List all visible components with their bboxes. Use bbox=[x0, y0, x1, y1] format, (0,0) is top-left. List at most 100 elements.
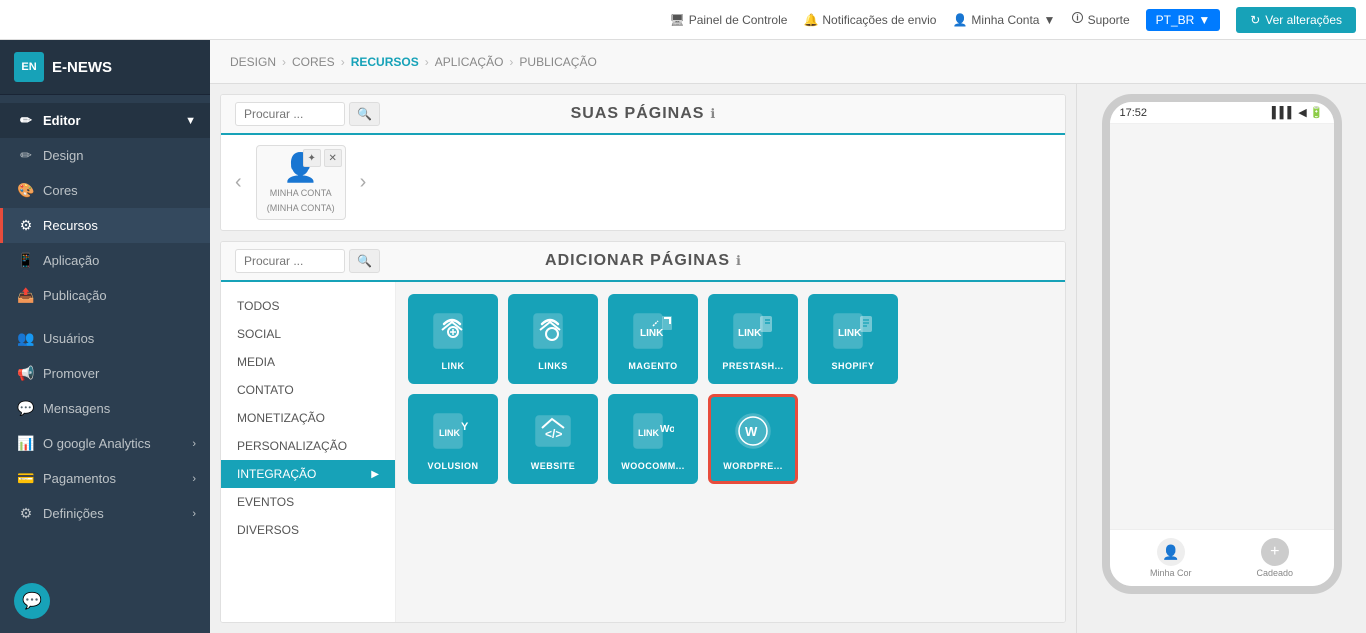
links-tile-label: LINKS bbox=[538, 361, 568, 371]
website-tile-icon: </> bbox=[529, 407, 577, 455]
minha-conta-link[interactable]: 👤 Minha Conta ▼ bbox=[952, 13, 1055, 27]
suas-paginas-search: 🔍 bbox=[235, 102, 380, 126]
page-tiles: LINK bbox=[396, 282, 1065, 622]
ver-alteracoes-button[interactable]: ↻ Ver alterações bbox=[1236, 7, 1356, 33]
adicionar-paginas-search-input[interactable] bbox=[235, 249, 345, 273]
painel-icon: 🖥 bbox=[669, 13, 684, 27]
sidebar-item-definicoes[interactable]: ⚙ Definições › bbox=[0, 496, 210, 531]
painel-de-controle-link[interactable]: 🖥 Painel de Controle bbox=[669, 13, 787, 27]
breadcrumb-publicacao[interactable]: PUBLICAÇÃO bbox=[519, 55, 596, 69]
prev-page-arrow[interactable]: ‹ bbox=[229, 165, 248, 200]
sidebar-item-mensagens[interactable]: 💬 Mensagens bbox=[0, 391, 210, 426]
chevron-right-icon: › bbox=[192, 473, 196, 485]
suas-paginas-content: ‹ ✦ ✕ 👤 MINHA CONTA (MINHA CONTA) › bbox=[221, 135, 1065, 230]
minha-conta-card[interactable]: ✦ ✕ 👤 MINHA CONTA (MINHA CONTA) bbox=[256, 145, 346, 220]
phone-minha-conta-icon: 👤 bbox=[1157, 538, 1185, 566]
phone-time: 17:52 bbox=[1120, 107, 1148, 119]
sidebar-item-analytics[interactable]: 📊 O google Analytics › bbox=[0, 426, 210, 461]
cat-media[interactable]: MEDIA bbox=[221, 348, 395, 376]
category-sidebar: TODOS SOCIAL MEDIA CONTATO MONETIZAÇÃO P… bbox=[221, 282, 396, 622]
design-icon: ✏ bbox=[17, 147, 35, 164]
wordpress-tile-icon: W bbox=[729, 407, 777, 455]
tile-magento[interactable]: LINK MAGENTO bbox=[608, 294, 698, 384]
svg-text:LINK: LINK bbox=[838, 328, 862, 339]
refresh-icon: ↻ bbox=[1250, 13, 1260, 27]
sidebar-item-promover[interactable]: 📢 Promover bbox=[0, 356, 210, 391]
breadcrumb-sep-1: › bbox=[282, 55, 286, 69]
suas-paginas-panel: 🔍 SUAS PÁGINAS ℹ ‹ ✦ ✕ 👤 bbox=[220, 94, 1066, 231]
cat-eventos[interactable]: EVENTOS bbox=[221, 488, 395, 516]
chat-button[interactable]: 💬 bbox=[14, 583, 50, 619]
two-panel: 🔍 SUAS PÁGINAS ℹ ‹ ✦ ✕ 👤 bbox=[210, 84, 1366, 633]
suas-paginas-info-icon[interactable]: ℹ bbox=[710, 106, 715, 122]
sidebar: EN E-NEWS ✏ Editor ▼ ✏ Design 🎨 Cores ⚙ … bbox=[0, 40, 210, 633]
tiles-row-1: LINK bbox=[408, 294, 1053, 384]
sidebar-logo: EN E-NEWS bbox=[0, 40, 210, 95]
next-page-arrow[interactable]: › bbox=[354, 165, 373, 200]
card-sublabel: (MINHA CONTA) bbox=[267, 203, 335, 214]
sidebar-item-publicacao[interactable]: 📤 Publicação bbox=[0, 278, 210, 313]
suas-paginas-search-input[interactable] bbox=[235, 102, 345, 126]
tile-link[interactable]: LINK bbox=[408, 294, 498, 384]
tile-shopify[interactable]: LINK SHOPIFY bbox=[808, 294, 898, 384]
svg-text:LINK: LINK bbox=[638, 428, 659, 438]
sidebar-item-pagamentos[interactable]: 💳 Pagamentos › bbox=[0, 461, 210, 496]
suas-paginas-search-button[interactable]: 🔍 bbox=[349, 102, 380, 126]
card-delete-button[interactable]: ✕ bbox=[324, 149, 342, 167]
tile-links[interactable]: LINKS bbox=[508, 294, 598, 384]
phone-content bbox=[1110, 124, 1334, 529]
svg-text:</>: </> bbox=[545, 427, 562, 441]
breadcrumb-aplicacao[interactable]: APLICAÇÃO bbox=[435, 55, 504, 69]
tile-website[interactable]: </> WEBSITE bbox=[508, 394, 598, 484]
svg-text:LINK: LINK bbox=[640, 328, 664, 339]
adicionar-paginas-info-icon[interactable]: ℹ bbox=[736, 253, 741, 269]
sidebar-item-usuarios[interactable]: 👥 Usuários bbox=[0, 321, 210, 356]
links-tile-icon bbox=[529, 307, 577, 355]
cat-integracao[interactable]: INTEGRAÇÃO bbox=[221, 460, 395, 488]
cat-contato[interactable]: CONTATO bbox=[221, 376, 395, 404]
support-icon: 🛈 bbox=[1071, 9, 1083, 30]
adicionar-paginas-panel: 🔍 ADICIONAR PÁGINAS ℹ TODOS SOCIAL MEDIA… bbox=[220, 241, 1066, 623]
tile-woocomm[interactable]: LINK Woo WOOCOMM... bbox=[608, 394, 698, 484]
sidebar-item-recursos[interactable]: ⚙ Recursos bbox=[0, 208, 210, 243]
notificacoes-link[interactable]: 🔔 Notificações de envio bbox=[803, 13, 936, 27]
breadcrumb-recursos[interactable]: RECURSOS bbox=[351, 55, 419, 69]
link-tile-icon bbox=[429, 307, 477, 355]
woocomm-tile-label: WOOCOMM... bbox=[621, 461, 685, 471]
svg-text:LINK: LINK bbox=[439, 428, 460, 438]
breadcrumb-sep-4: › bbox=[509, 55, 513, 69]
tile-prestash[interactable]: LINK PRESTASH... bbox=[708, 294, 798, 384]
phone-bottom-minha-conta: 👤 Minha Cor bbox=[1150, 538, 1192, 578]
card-actions: ✦ ✕ bbox=[303, 149, 342, 167]
link-tile-label: LINK bbox=[442, 361, 465, 371]
language-button[interactable]: PT_BR ▼ bbox=[1146, 9, 1221, 31]
phone-add-icon: + bbox=[1261, 538, 1289, 566]
breadcrumb-sep-2: › bbox=[341, 55, 345, 69]
tile-volusion[interactable]: LINK Y VOLUSION bbox=[408, 394, 498, 484]
chevron-right-icon: › bbox=[192, 508, 196, 520]
tile-wordpress[interactable]: W WORDPRE... bbox=[708, 394, 798, 484]
magento-tile-icon: LINK bbox=[629, 307, 677, 355]
cat-monetizacao[interactable]: MONETIZAÇÃO bbox=[221, 404, 395, 432]
cat-personalizacao[interactable]: PERSONALIZAÇÃO bbox=[221, 432, 395, 460]
suporte-link[interactable]: 🛈 Suporte bbox=[1071, 9, 1129, 30]
phone-signals: ▌▌▌ ◀ 🔋 bbox=[1272, 106, 1324, 119]
wordpress-tile-label: WORDPRE... bbox=[723, 461, 783, 471]
breadcrumb-cores[interactable]: CORES bbox=[292, 55, 335, 69]
sidebar-item-cores[interactable]: 🎨 Cores bbox=[0, 173, 210, 208]
card-edit-button[interactable]: ✦ bbox=[303, 149, 321, 167]
shopify-tile-icon: LINK bbox=[829, 307, 877, 355]
sidebar-item-aplicacao[interactable]: 📱 Aplicação bbox=[0, 243, 210, 278]
adicionar-paginas-search-button[interactable]: 🔍 bbox=[349, 249, 380, 273]
cat-diversos[interactable]: DIVERSOS bbox=[221, 516, 395, 544]
sidebar-item-design[interactable]: ✏ Design bbox=[0, 138, 210, 173]
cat-todos[interactable]: TODOS bbox=[221, 292, 395, 320]
shopify-tile-label: SHOPIFY bbox=[831, 361, 874, 371]
breadcrumb-design[interactable]: DESIGN bbox=[230, 55, 276, 69]
suas-paginas-title: SUAS PÁGINAS bbox=[571, 105, 705, 123]
publish-icon: 📤 bbox=[17, 287, 35, 304]
phone-status-bar: 17:52 ▌▌▌ ◀ 🔋 bbox=[1110, 102, 1334, 124]
editor-section-header: ✏ Editor ▼ bbox=[0, 103, 210, 138]
cat-social[interactable]: SOCIAL bbox=[221, 320, 395, 348]
breadcrumb: DESIGN › CORES › RECURSOS › APLICAÇÃO › … bbox=[210, 40, 1366, 84]
